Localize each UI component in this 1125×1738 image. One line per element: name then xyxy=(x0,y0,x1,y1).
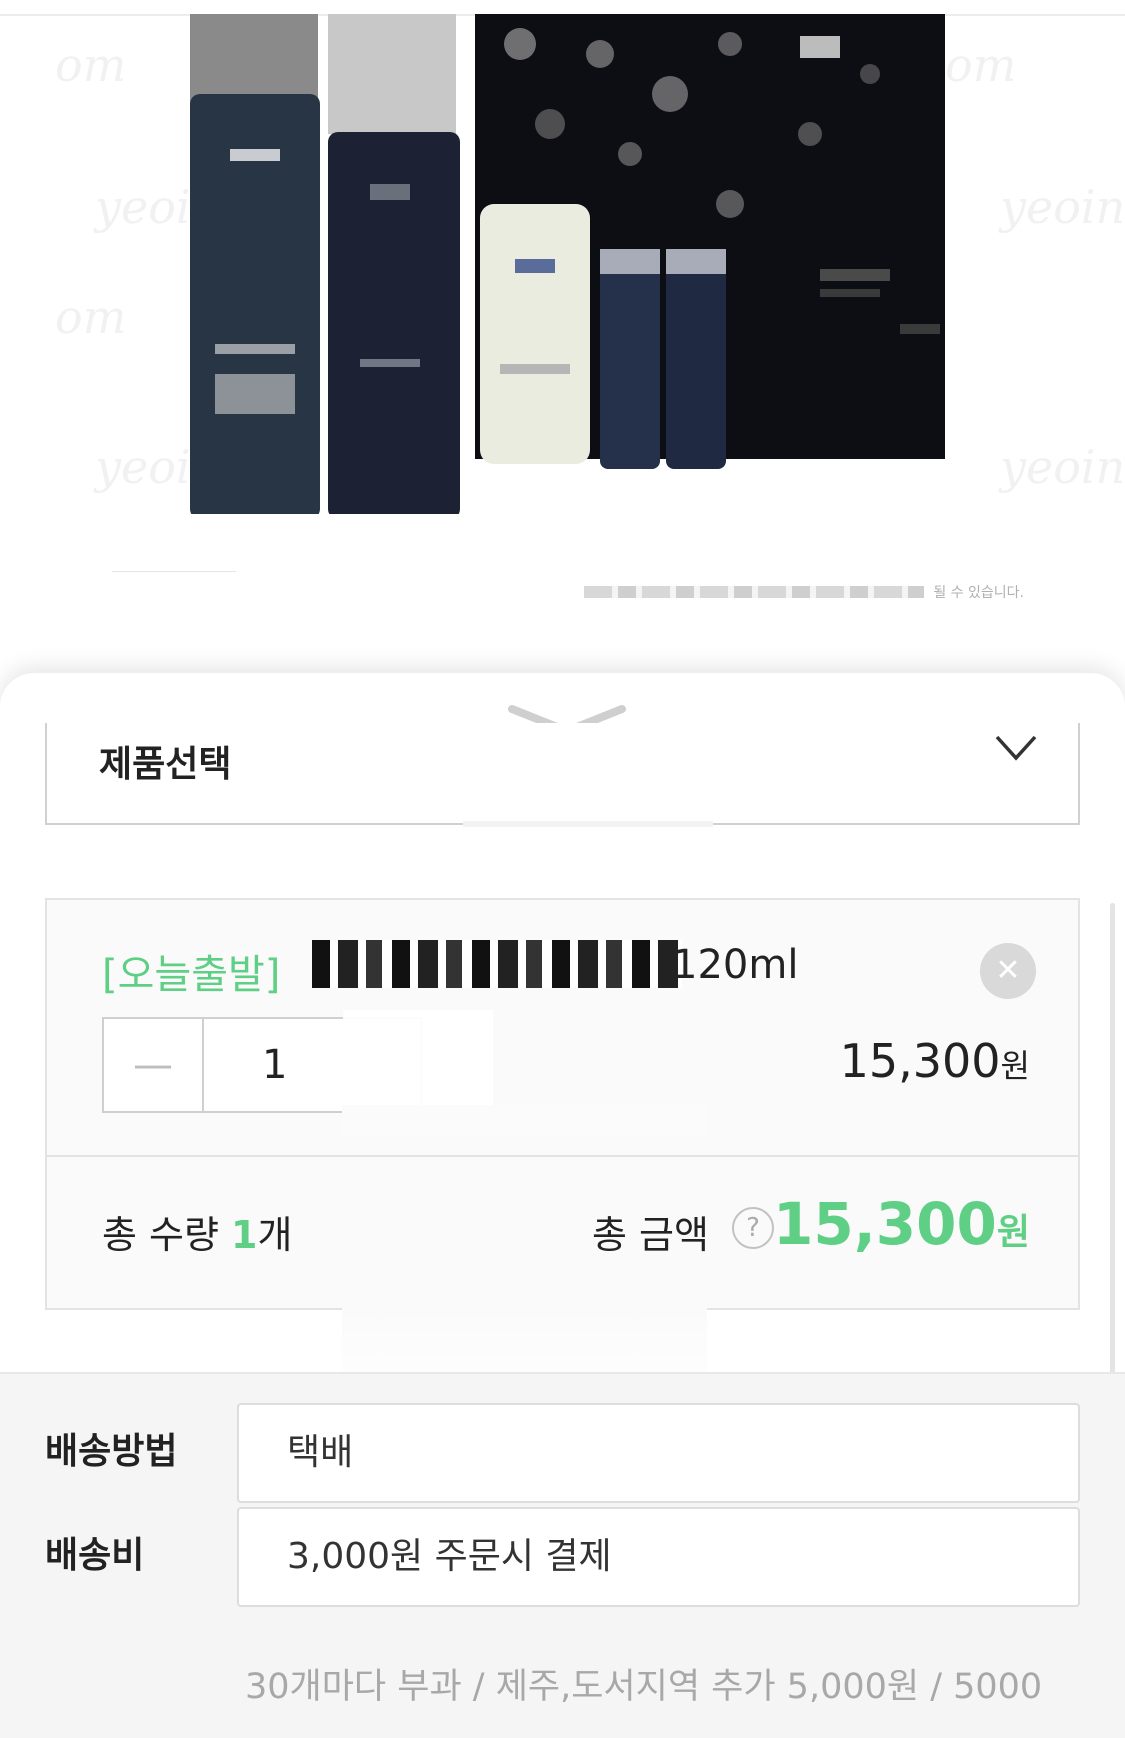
notice-text: 될 수 있습니다. xyxy=(933,585,1024,601)
redaction-mask xyxy=(463,821,713,827)
chevron-down-icon xyxy=(995,735,1037,761)
total-amount: 15,300원 xyxy=(773,1190,1030,1258)
option-bottom-sheet: 제품선택 [오늘출발] 120ml ✕ — 1 15,300원 총 수량 1개 … xyxy=(0,673,1125,1738)
total-quantity-label: 총 수량 xyxy=(102,1213,232,1257)
total-amount-label: 총 금액 xyxy=(592,1213,709,1257)
product-option-select[interactable]: 제품선택 xyxy=(45,723,1080,827)
redaction-mask xyxy=(342,1105,707,1135)
delivery-method-label: 배송방법 xyxy=(45,1431,178,1472)
option-price-unit: 원 xyxy=(1000,1047,1030,1085)
total-amount-value: 15,300 xyxy=(773,1190,997,1258)
delivery-fee-label: 배송비 xyxy=(45,1535,145,1576)
product-photo xyxy=(190,14,945,514)
delivery-method-field[interactable]: 택배 xyxy=(237,1403,1080,1503)
total-amount-unit: 원 xyxy=(996,1212,1030,1253)
total-quantity-unit: 개 xyxy=(257,1213,293,1257)
total-quantity-value: 1 xyxy=(231,1213,258,1257)
option-price-value: 15,300 xyxy=(839,1034,1001,1088)
remove-option-button[interactable]: ✕ xyxy=(980,943,1036,999)
watermark-text: om xyxy=(55,38,127,92)
option-price: 15,300원 xyxy=(840,1034,1030,1088)
watermark-text: yeoin xyxy=(1000,440,1125,494)
product-image-area: om yeoin om yeoin om yeoin yeoin 될 수 있습니… xyxy=(0,0,1125,680)
redaction-mask xyxy=(343,1010,493,1106)
watermark-text: om xyxy=(945,38,1017,92)
watermark-text: om xyxy=(55,290,127,344)
card-divider xyxy=(47,1155,1078,1157)
section-divider xyxy=(112,571,236,572)
delivery-section: 배송방법 택배 배송비 3,000원 주문시 결제 30개마다 부과 / 제주,… xyxy=(0,1372,1125,1738)
delivery-fee-note: 30개마다 부과 / 제주,도서지역 추가 5,000원 / 5000 xyxy=(245,1667,1043,1707)
select-label: 제품선택 xyxy=(99,744,232,785)
selected-option-card: [오늘출발] 120ml ✕ — 1 15,300원 총 수량 1개 총 금액 … xyxy=(45,898,1080,1385)
help-icon[interactable]: ? xyxy=(732,1207,774,1249)
decrease-quantity-button[interactable]: — xyxy=(104,1019,204,1111)
total-quantity: 총 수량 1개 xyxy=(102,1204,292,1259)
shipping-tag: [오늘출발] xyxy=(102,952,281,998)
delivery-fee-field[interactable]: 3,000원 주문시 결제 xyxy=(237,1507,1080,1607)
option-name-redacted xyxy=(312,940,682,988)
watermark-text: yeoin xyxy=(1000,180,1125,234)
option-name: 120ml xyxy=(672,942,799,988)
